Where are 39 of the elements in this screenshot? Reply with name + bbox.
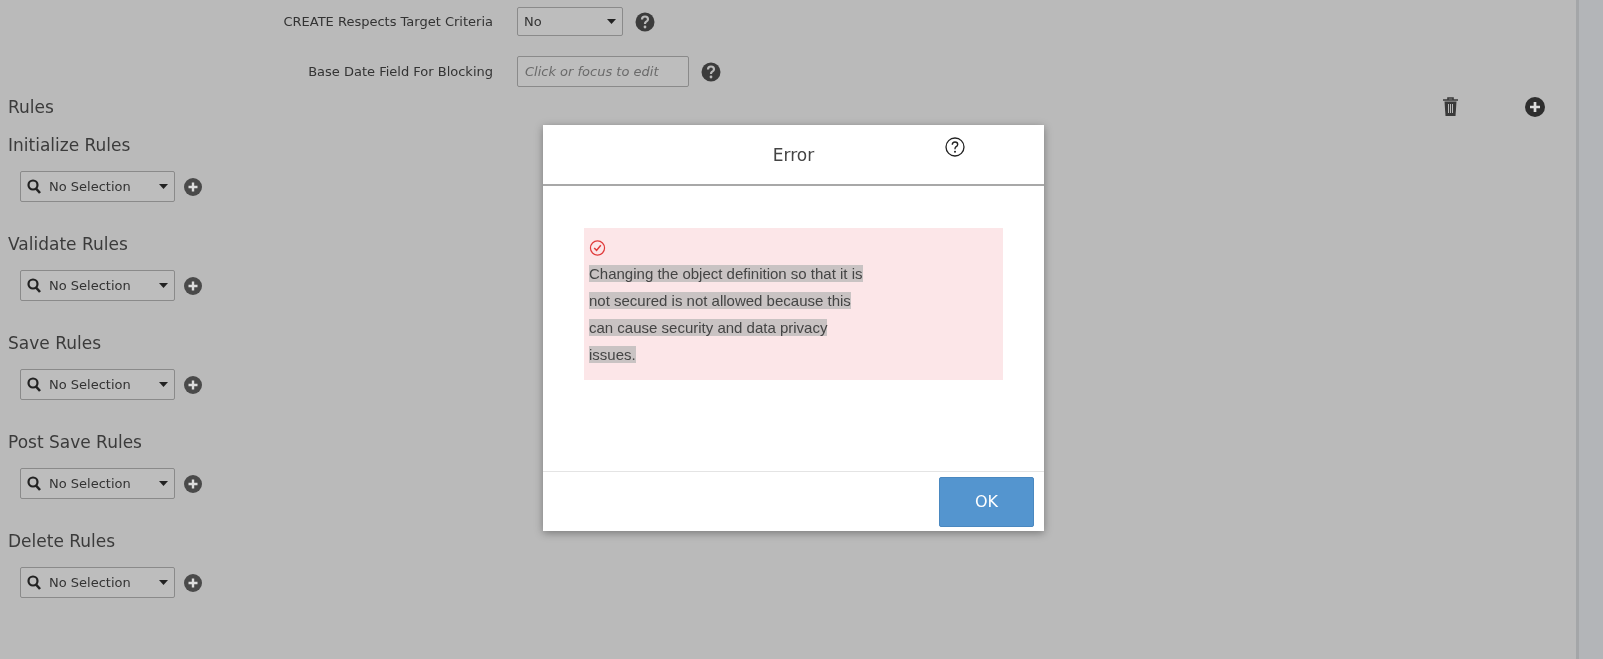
help-icon[interactable]: [945, 137, 965, 157]
add-icon[interactable]: [184, 474, 202, 493]
group-title: Validate Rules: [8, 234, 128, 254]
add-icon[interactable]: [184, 276, 202, 295]
search-icon: [27, 278, 41, 293]
input-field[interactable]: Click or focus to edit: [517, 56, 689, 87]
search-icon: [27, 179, 41, 194]
caret-icon: [607, 19, 616, 24]
dropdown[interactable]: No: [517, 7, 623, 36]
add-icon[interactable]: [1525, 97, 1545, 117]
caret-icon: [159, 184, 168, 189]
help-icon[interactable]: [635, 11, 655, 32]
error-message: Changing the object definition so that it is not secured is not allowed because this can cause security and data privacy issues.: [589, 264, 864, 365]
field-label: CREATE Respects Target Criteria: [282, 14, 493, 29]
caret-icon: [159, 481, 168, 486]
dialog-title: Error: [772, 144, 815, 165]
search-icon: [27, 575, 41, 590]
search-icon: [27, 476, 41, 491]
caret-icon: [159, 382, 168, 387]
search-dropdown[interactable]: No Selection: [20, 468, 175, 499]
field-label: Base Date Field For Blocking: [307, 64, 493, 79]
add-icon[interactable]: [184, 177, 202, 196]
caret-icon: [159, 283, 168, 288]
group-title: Initialize Rules: [8, 135, 131, 155]
search-dropdown[interactable]: No Selection: [20, 270, 175, 301]
group-title: Post Save Rules: [8, 432, 142, 452]
check-circle-icon: [589, 240, 606, 256]
search-dropdown[interactable]: No Selection: [20, 171, 175, 202]
group-title: Delete Rules: [8, 531, 116, 551]
group-title: Save Rules: [8, 333, 101, 353]
help-icon[interactable]: [701, 61, 721, 82]
search-dropdown[interactable]: No Selection: [20, 369, 175, 400]
search-dropdown[interactable]: No Selection: [20, 567, 175, 598]
caret-icon: [159, 580, 168, 585]
trash-icon[interactable]: [1442, 97, 1459, 117]
add-icon[interactable]: [184, 375, 202, 394]
search-icon: [27, 377, 41, 392]
add-icon[interactable]: [184, 573, 202, 592]
section-title: Rules: [8, 97, 54, 117]
